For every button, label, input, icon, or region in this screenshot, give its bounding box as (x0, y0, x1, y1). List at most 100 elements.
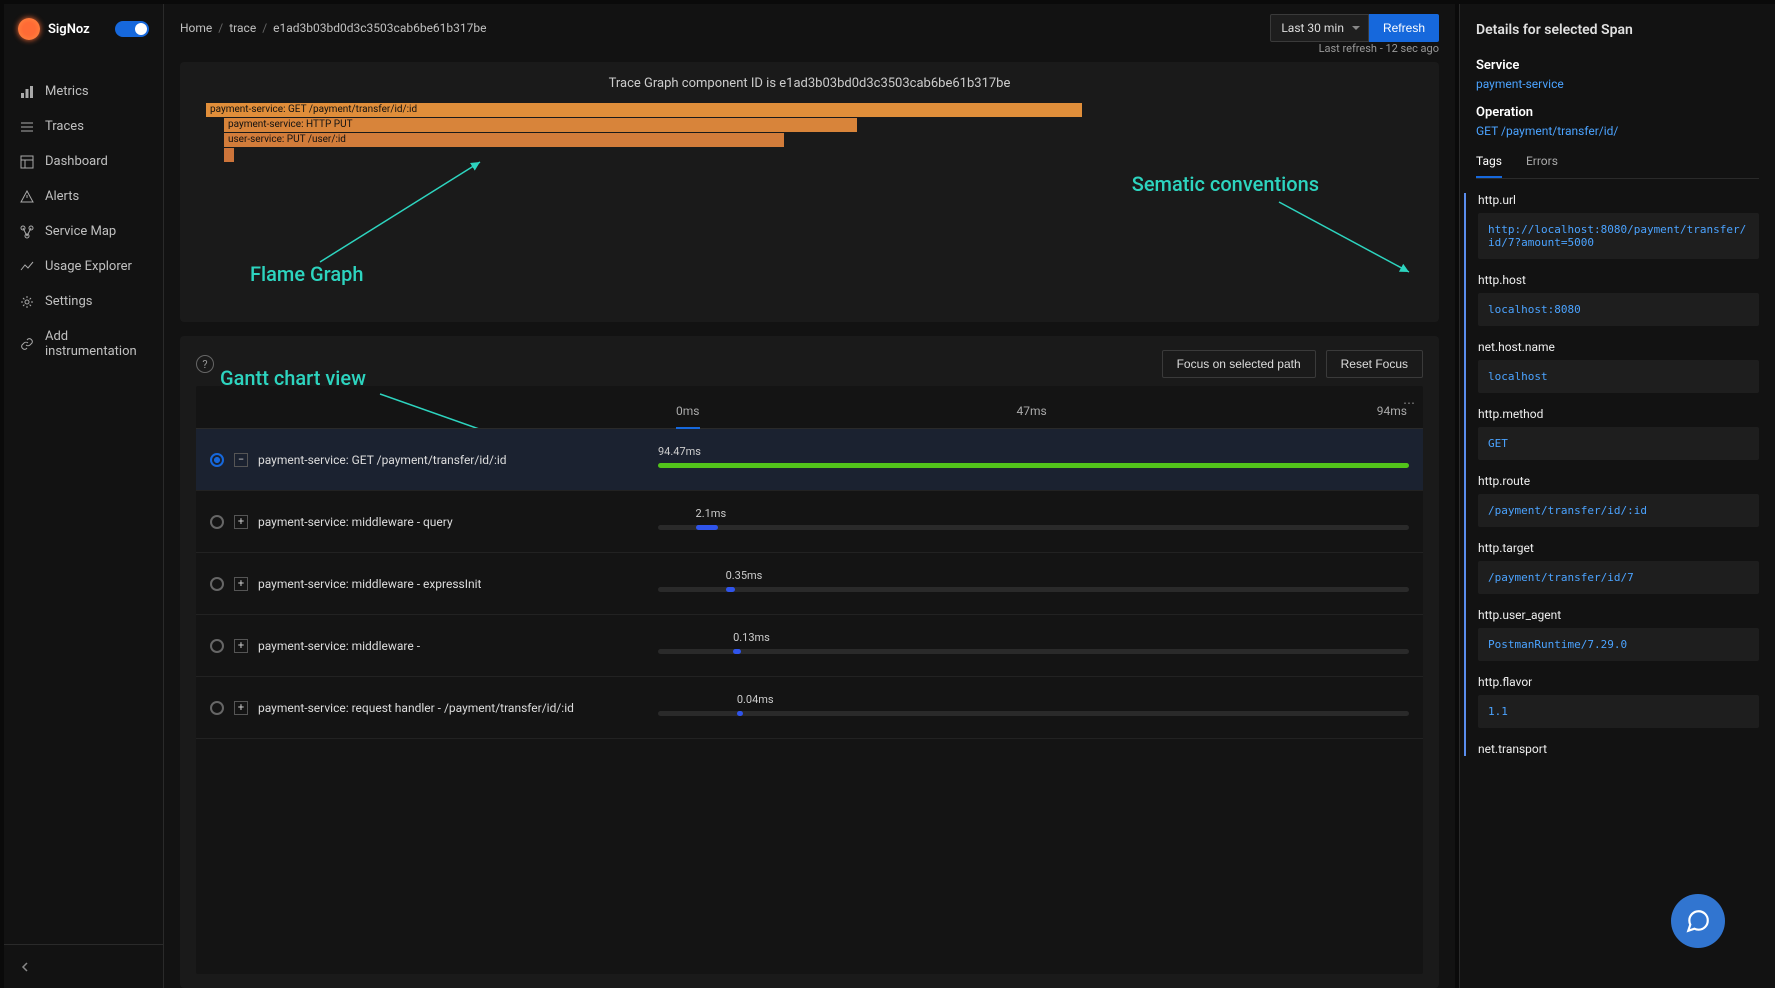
span-label: payment-service: request handler - /paym… (258, 701, 648, 715)
flame-graph[interactable]: payment-service: GET /payment/transfer/i… (206, 103, 1423, 162)
tags-list: http.urlhttp://localhost:8080/payment/tr… (1464, 193, 1759, 756)
sidebar-item-add-instrumentation[interactable]: Add instrumentation (4, 319, 163, 369)
tab-errors[interactable]: Errors (1526, 154, 1558, 178)
sidebar-item-metrics[interactable]: Metrics (4, 74, 163, 109)
main: Home / trace / e1ad3b03bd0d3c3503cab6be6… (164, 4, 1455, 988)
sidebar-item-traces[interactable]: Traces (4, 109, 163, 144)
annotation-semantic: Sematic conventions (1132, 172, 1319, 196)
tag-key: http.user_agent (1478, 608, 1759, 622)
operation-value[interactable]: GET /payment/transfer/id/ (1476, 124, 1759, 138)
gantt-row[interactable]: − payment-service: GET /payment/transfer… (196, 429, 1423, 491)
service-label: Service (1476, 58, 1759, 73)
row-radio[interactable] (210, 639, 224, 653)
tab-tags[interactable]: Tags (1476, 154, 1502, 178)
sidebar-item-settings[interactable]: Settings (4, 284, 163, 319)
span-duration: 0.04ms (737, 693, 774, 706)
span-bar (696, 525, 719, 530)
row-radio[interactable] (210, 453, 224, 467)
span-bar (737, 711, 743, 716)
sidebar-header: SigNoz (4, 4, 163, 54)
bar-chart-icon (20, 85, 34, 99)
service-value[interactable]: payment-service (1476, 77, 1759, 91)
sidebar-item-label: Settings (45, 294, 92, 309)
details-tabs: Tags Errors (1476, 154, 1759, 179)
tag-key: http.target (1478, 541, 1759, 555)
expand-toggle[interactable]: + (234, 515, 248, 529)
expand-toggle[interactable]: + (234, 639, 248, 653)
tag-value[interactable]: GET (1478, 427, 1759, 460)
breadcrumb-id: e1ad3b03bd0d3c3503cab6be61b317be (273, 21, 486, 35)
details-title: Details for selected Span (1476, 22, 1759, 38)
gantt-row[interactable]: + payment-service: middleware - 0.13ms (196, 615, 1423, 677)
flame-row[interactable]: payment-service: GET /payment/transfer/i… (206, 103, 1082, 117)
sidebar-item-label: Add instrumentation (45, 329, 147, 359)
row-radio[interactable] (210, 701, 224, 715)
sidebar-item-label: Service Map (45, 224, 116, 239)
list-icon (20, 120, 34, 134)
breadcrumb-separator: / (218, 21, 223, 35)
tag-value[interactable]: 1.1 (1478, 695, 1759, 728)
link-icon (20, 337, 34, 351)
flame-row[interactable] (224, 148, 234, 162)
sidebar-item-service-map[interactable]: Service Map (4, 214, 163, 249)
gantt-panel: ? Focus on selected path Reset Focus Gan… (180, 336, 1439, 988)
flame-row[interactable]: user-service: PUT /user/:id (224, 133, 784, 147)
breadcrumb-home[interactable]: Home (180, 21, 212, 35)
refresh-button[interactable]: Refresh (1369, 14, 1439, 42)
span-bar (733, 649, 741, 654)
theme-toggle[interactable] (115, 21, 149, 37)
tag-value[interactable]: localhost (1478, 360, 1759, 393)
tag-value[interactable]: PostmanRuntime/7.29.0 (1478, 628, 1759, 661)
tag-key: http.flavor (1478, 675, 1759, 689)
timeline-tick: 0ms (676, 404, 1017, 418)
chat-widget-button[interactable] (1671, 894, 1725, 948)
row-radio[interactable] (210, 515, 224, 529)
layout-icon (20, 155, 34, 169)
sidebar-item-usage-explorer[interactable]: Usage Explorer (4, 249, 163, 284)
tag-key: net.host.name (1478, 340, 1759, 354)
span-label: payment-service: middleware - query (258, 515, 648, 529)
span-bar (658, 463, 1409, 468)
tag-key: net.transport (1478, 742, 1759, 756)
sidebar-item-alerts[interactable]: Alerts (4, 179, 163, 214)
graph-icon (20, 225, 34, 239)
timeline-header: 0ms 47ms 94ms ⋯ (196, 386, 1423, 429)
span-duration: 0.13ms (733, 631, 770, 644)
span-label: payment-service: middleware - (258, 639, 648, 653)
tag-value[interactable]: /payment/transfer/id/7 (1478, 561, 1759, 594)
expand-toggle[interactable]: − (234, 453, 248, 467)
sidebar-item-dashboard[interactable]: Dashboard (4, 144, 163, 179)
collapse-sidebar-button[interactable] (4, 944, 163, 988)
expand-toggle[interactable]: + (234, 701, 248, 715)
timerange-select[interactable]: Last 30 min (1270, 14, 1369, 42)
gantt-table: 0ms 47ms 94ms ⋯ − payment-service: GET /… (196, 386, 1423, 974)
gear-icon (20, 295, 34, 309)
span-duration: 2.1ms (696, 507, 727, 520)
trace-graph-panel: Trace Graph component ID is e1ad3b03bd0d… (180, 62, 1439, 322)
logo-icon (18, 18, 40, 40)
tag-value[interactable]: localhost:8080 (1478, 293, 1759, 326)
sidebar-item-label: Traces (45, 119, 84, 134)
tag-key: http.method (1478, 407, 1759, 421)
row-radio[interactable] (210, 577, 224, 591)
more-icon[interactable]: ⋯ (1403, 396, 1415, 410)
annotation-flame: Flame Graph (250, 262, 363, 286)
breadcrumb-trace[interactable]: trace (229, 21, 256, 35)
span-duration: 94.47ms (658, 445, 701, 458)
flame-row[interactable]: payment-service: HTTP PUT (224, 118, 857, 132)
tag-value[interactable]: /payment/transfer/id/:id (1478, 494, 1759, 527)
tag-key: http.route (1478, 474, 1759, 488)
last-refresh-text: Last refresh - 12 sec ago (1319, 42, 1455, 55)
breadcrumb-separator: / (262, 21, 267, 35)
expand-toggle[interactable]: + (234, 577, 248, 591)
reset-focus-button[interactable]: Reset Focus (1326, 350, 1423, 378)
breadcrumb: Home / trace / e1ad3b03bd0d3c3503cab6be6… (180, 21, 487, 35)
tag-value[interactable]: http://localhost:8080/payment/transfer/i… (1478, 213, 1759, 259)
gantt-row[interactable]: + payment-service: middleware - query 2.… (196, 491, 1423, 553)
timeline-tick: 94ms (1357, 404, 1407, 418)
help-icon[interactable]: ? (196, 355, 214, 373)
span-label: payment-service: middleware - expressIni… (258, 577, 648, 591)
gantt-row[interactable]: + payment-service: request handler - /pa… (196, 677, 1423, 739)
focus-selected-button[interactable]: Focus on selected path (1162, 350, 1316, 378)
gantt-row[interactable]: + payment-service: middleware - expressI… (196, 553, 1423, 615)
